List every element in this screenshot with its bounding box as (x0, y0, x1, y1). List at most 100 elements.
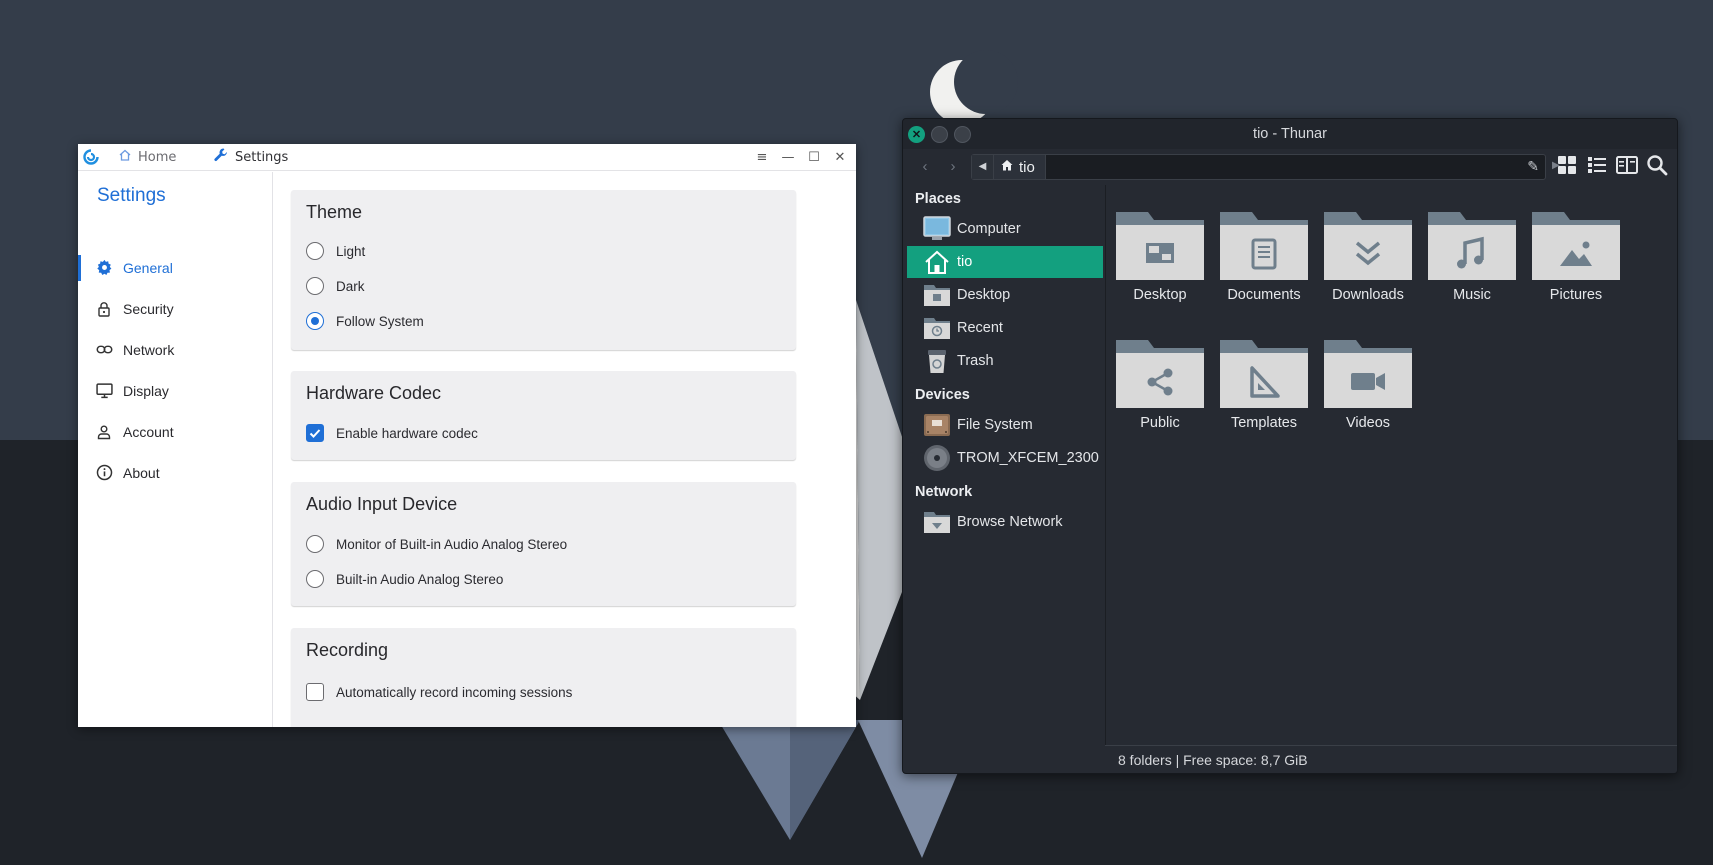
recording-card: Recording Automatically record incoming … (291, 628, 796, 727)
link-icon (95, 341, 113, 359)
folder-item-pictures[interactable]: Pictures (1528, 210, 1624, 320)
monitor-icon (95, 382, 113, 400)
close-button[interactable]: ✕ (908, 126, 925, 143)
downloads-folder-icon (1324, 212, 1412, 280)
videos-folder-icon (1324, 340, 1412, 408)
sidebar-item-display[interactable]: Display (78, 370, 273, 411)
sidebar-item-label: General (123, 259, 173, 276)
folder-item-desktop[interactable]: Desktop (1112, 210, 1208, 320)
breadcrumb-home[interactable]: tio (994, 155, 1046, 179)
maximize-icon: ☐ (808, 150, 820, 165)
edit-path-button[interactable]: ✎ (1527, 158, 1539, 175)
gear-icon (95, 259, 113, 277)
folder-label: Downloads (1332, 287, 1404, 303)
option-label: Follow System (336, 313, 424, 329)
sidebar-item-security[interactable]: Security (78, 288, 273, 329)
sidebar-item-trom-disc[interactable]: TROM_XFCEM_2300 ⏏ (907, 442, 1116, 474)
search-button[interactable] (1644, 154, 1670, 179)
sidebar-item-general[interactable]: General (78, 247, 273, 288)
checkbox-checked[interactable] (306, 424, 324, 442)
back-button[interactable]: ‹ (914, 157, 936, 177)
thunar-titlebar[interactable]: tio - Thunar ✕ (903, 119, 1677, 149)
folder-item-public[interactable]: Public (1112, 338, 1208, 448)
settings-content: Theme Light Dark Follow System Hardware … (274, 172, 856, 727)
close-icon: ✕ (911, 129, 922, 141)
sidebar-item-label: Browse Network (957, 514, 1063, 530)
minimize-button[interactable]: — (776, 146, 800, 170)
folder-view: Desktop Documents Downloads Music Pictur… (1105, 185, 1675, 745)
auto-record-option[interactable]: Automatically record incoming sessions (306, 683, 572, 701)
sidebar-item-computer[interactable]: Computer (907, 213, 1103, 245)
radio-button[interactable] (306, 242, 324, 260)
places-header: Places (915, 191, 961, 207)
sidebar-item-label: Computer (957, 221, 1021, 237)
chevron-right-icon: › (950, 158, 956, 175)
split-view-button[interactable] (1614, 155, 1640, 179)
sidebar-item-label: File System (957, 417, 1033, 433)
audio-option-monitor[interactable]: Monitor of Built-in Audio Analog Stereo (306, 535, 567, 553)
list-view-button[interactable] (1584, 155, 1610, 179)
sidebar-item-tio[interactable]: tio (907, 246, 1103, 278)
settings-window: Home Settings ≡ — ☐ ✕ Settings General S… (78, 144, 856, 727)
thunar-sidebar: Places Computer tio Desktop Recent Trash… (907, 185, 1116, 745)
settings-title: Settings (97, 185, 166, 206)
folder-label: Desktop (1133, 287, 1187, 303)
theme-option-follow-system[interactable]: Follow System (306, 312, 424, 330)
enable-hardware-codec-option[interactable]: Enable hardware codec (306, 424, 478, 442)
location-bar[interactable]: ◀ tio ✎ (971, 154, 1546, 180)
sidebar-item-label: tio (957, 254, 973, 270)
folder-item-music[interactable]: Music (1424, 210, 1520, 320)
radio-button[interactable] (306, 570, 324, 588)
theme-option-dark[interactable]: Dark (306, 277, 365, 295)
theme-option-light[interactable]: Light (306, 242, 365, 260)
settings-sidebar: Settings General Security Network Displa… (78, 172, 273, 727)
folder-item-videos[interactable]: Videos (1320, 338, 1416, 448)
home-icon (118, 148, 132, 166)
desktop-folder-icon (923, 281, 951, 309)
sidebar-item-trash[interactable]: Trash (907, 345, 1103, 377)
settings-nav: General Security Network Display Account… (78, 247, 273, 493)
audio-option-builtin[interactable]: Built-in Audio Analog Stereo (306, 570, 503, 588)
folder-item-documents[interactable]: Documents (1216, 210, 1312, 320)
folder-item-templates[interactable]: Templates (1216, 338, 1312, 448)
pictures-folder-icon (1532, 212, 1620, 280)
devices-header: Devices (915, 387, 970, 403)
desktop-folder-icon (1116, 212, 1204, 280)
folder-label: Documents (1227, 287, 1301, 303)
computer-icon (923, 215, 951, 243)
tab-settings[interactable]: Settings (205, 144, 296, 171)
folder-item-downloads[interactable]: Downloads (1320, 210, 1416, 320)
sidebar-item-recent[interactable]: Recent (907, 312, 1103, 344)
sidebar-item-about[interactable]: About (78, 452, 273, 493)
sidebar-item-label: Recent (957, 320, 1003, 336)
menu-button[interactable]: ≡ (750, 146, 774, 170)
radio-button-selected[interactable] (306, 312, 324, 330)
sidebar-item-label: TROM_XFCEM_2300 (957, 450, 1099, 466)
split-view-icon (1616, 155, 1638, 180)
sidebar-item-desktop[interactable]: Desktop (907, 279, 1103, 311)
path-scroll-left-button[interactable]: ◀ (972, 155, 994, 179)
minimize-button[interactable] (931, 126, 948, 143)
maximize-button[interactable] (954, 126, 971, 143)
sidebar-item-network[interactable]: Network (78, 329, 273, 370)
checkbox[interactable] (306, 683, 324, 701)
forward-button[interactable]: › (942, 157, 964, 177)
radio-button[interactable] (306, 277, 324, 295)
tab-home[interactable]: Home (110, 144, 205, 171)
trash-icon (923, 347, 951, 375)
sidebar-item-file-system[interactable]: File System (907, 409, 1103, 441)
radio-button[interactable] (306, 535, 324, 553)
wrench-icon (213, 147, 229, 167)
sidebar-item-account[interactable]: Account (78, 411, 273, 452)
thunar-toolbar: ‹ › ◀ tio ✎ ▶ (903, 149, 1677, 185)
sidebar-item-browse-network[interactable]: Browse Network (907, 506, 1103, 538)
icon-view-button[interactable] (1554, 155, 1580, 179)
theme-card: Theme Light Dark Follow System (291, 190, 796, 350)
folder-label: Templates (1230, 415, 1298, 431)
option-label: Dark (336, 278, 365, 294)
close-button[interactable]: ✕ (828, 146, 852, 170)
folder-label: Music (1453, 287, 1491, 303)
maximize-button[interactable]: ☐ (802, 146, 826, 170)
settings-titlebar: Home Settings ≡ — ☐ ✕ (78, 144, 856, 171)
thunar-window: tio - Thunar ✕ ‹ › ◀ tio ✎ ▶ Places Comp… (902, 118, 1678, 774)
